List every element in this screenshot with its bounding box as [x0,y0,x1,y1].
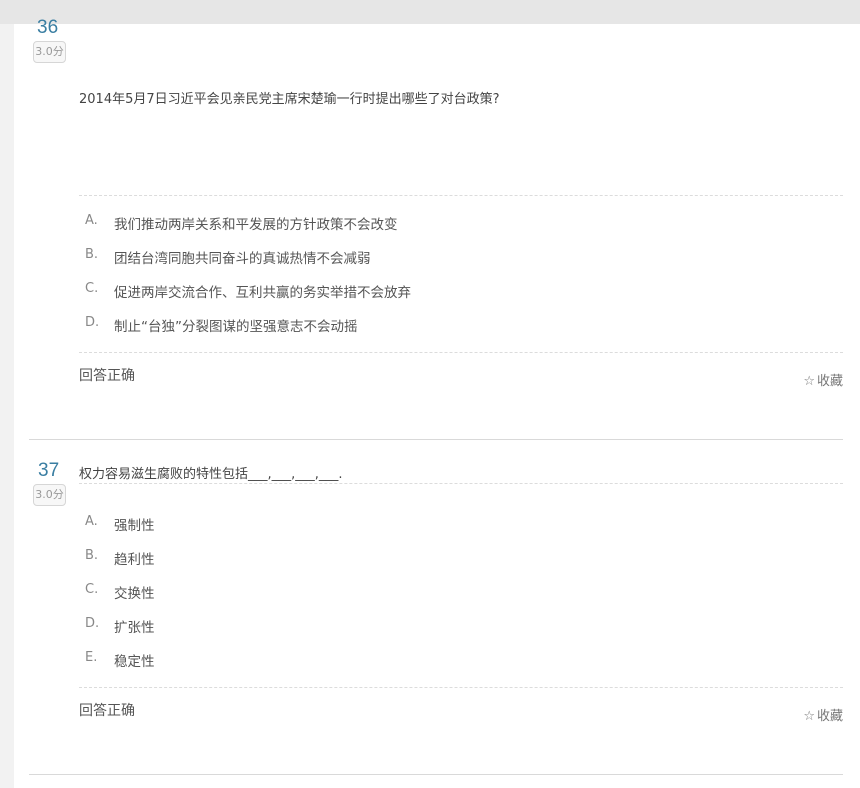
option-text: 促进两岸交流合作、互利共赢的务实举措不会放弃 [114,285,411,301]
option-letter: E. [85,650,98,665]
favorite-button[interactable]: ☆ 收藏 [803,705,843,724]
option-letter: D. [85,315,100,330]
option-letter: B. [85,247,99,262]
left-gutter [0,24,14,788]
question-score: 3.0分 [33,41,66,63]
option-text: 制止“台独”分裂图谋的坚强意志不会动摇 [114,319,358,335]
top-bar [0,0,860,24]
favorite-button[interactable]: ☆ 收藏 [803,370,843,389]
option-text: 趋利性 [114,552,155,568]
question-score: 3.0分 [33,484,66,506]
option-letter: C. [85,281,99,296]
divider [79,483,843,484]
option-letter: B. [85,548,99,563]
star-outline-icon: ☆ [803,709,815,724]
question-number: 37 [38,460,60,481]
option-text: 强制性 [114,518,155,534]
favorite-label: 收藏 [816,709,843,724]
question-separator [29,774,843,775]
star-outline-icon: ☆ [803,374,815,389]
divider [79,195,843,196]
divider [79,352,843,353]
answer-result: 回答正确 [79,368,135,384]
answer-result: 回答正确 [79,703,135,719]
option-letter: C. [85,582,99,597]
option-letter: A. [85,514,98,529]
option-text: 扩张性 [114,620,155,636]
question-separator [29,439,843,440]
question-number: 36 [37,17,59,38]
option-text: 交换性 [114,586,155,602]
option-text: 稳定性 [114,654,155,670]
question-text: 2014年5月7日习近平会见亲民党主席宋楚瑜一行时提出哪些了对台政策? [79,92,500,107]
option-letter: D. [85,616,100,631]
divider [79,687,843,688]
option-letter: A. [85,213,98,228]
favorite-label: 收藏 [816,374,843,389]
question-text: 权力容易滋生腐败的特性包括___,___,___,___. [79,467,343,482]
option-text: 我们推动两岸关系和平发展的方针政策不会改变 [114,217,398,233]
option-text: 团结台湾同胞共同奋斗的真诚热情不会减弱 [114,251,371,267]
